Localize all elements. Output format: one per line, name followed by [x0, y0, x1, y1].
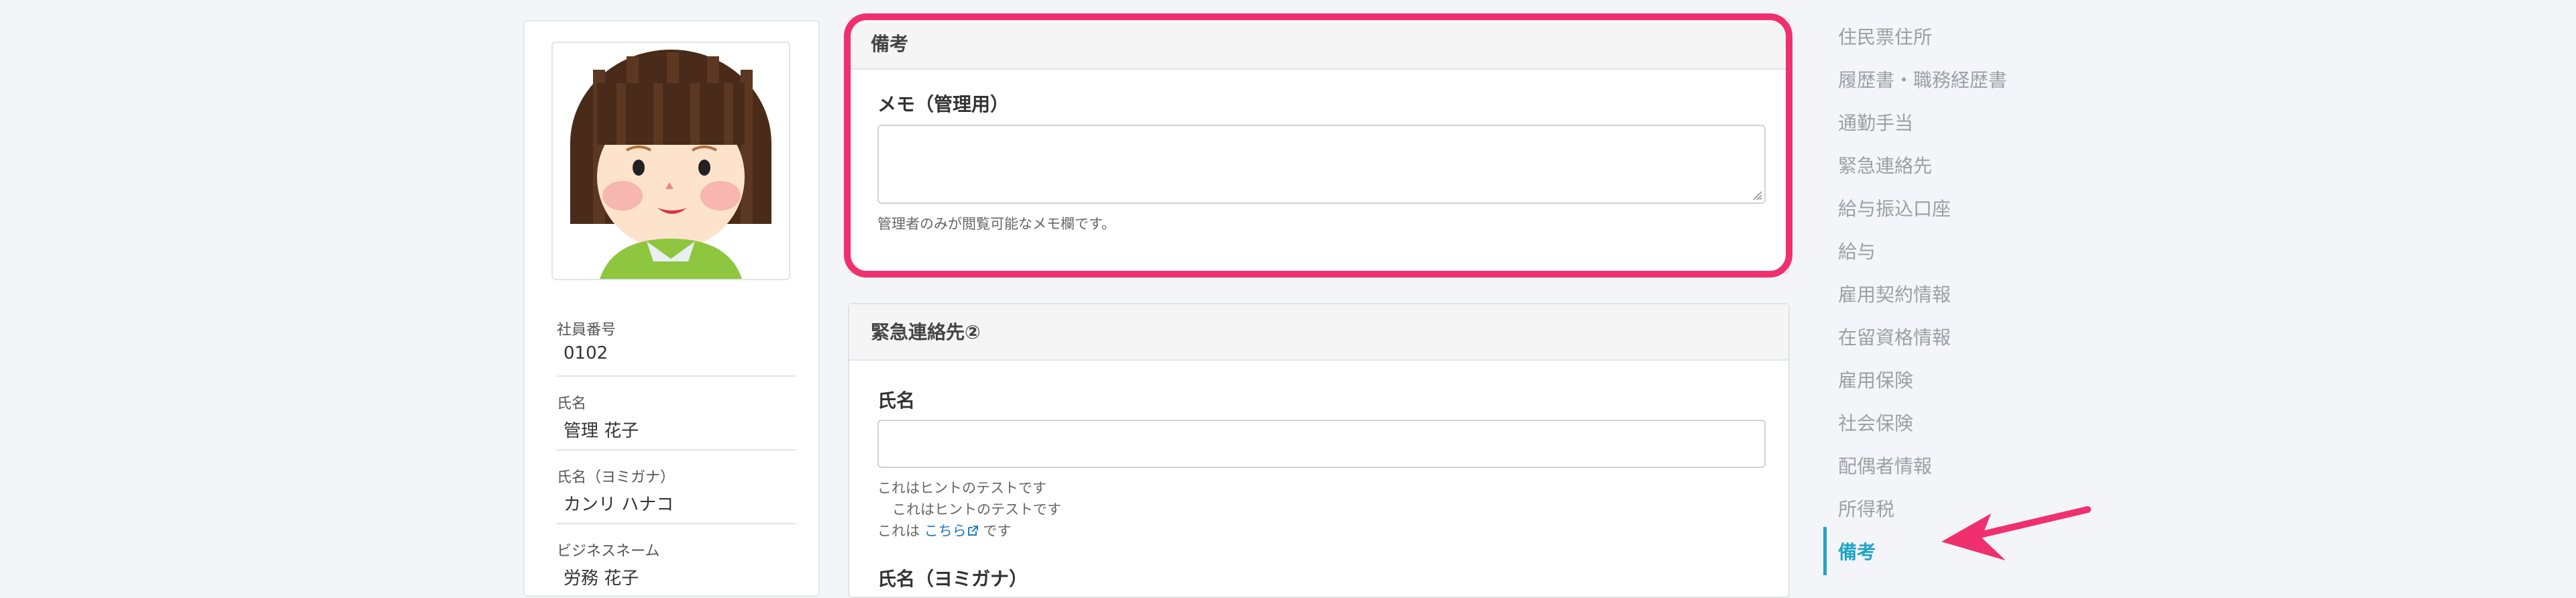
hint-link[interactable]: こちら — [924, 523, 967, 539]
name-label: 氏名 — [557, 396, 587, 412]
nav-item-social-insurance[interactable]: 社会保険 — [1838, 409, 1913, 436]
avatar-illustration — [570, 50, 771, 279]
memo-textarea[interactable] — [877, 125, 1766, 204]
memo-label: メモ（管理用） — [877, 93, 1010, 115]
business-name-value: 労務 花子 — [564, 569, 639, 589]
hint-text-indented: これはヒントのテストです — [892, 501, 1061, 518]
remarks-panel-title: 備考 — [849, 19, 1788, 70]
nav-item-employment-insurance[interactable]: 雇用保険 — [1838, 366, 1913, 393]
nav-item-commute-allowance[interactable]: 通勤手当 — [1838, 109, 1913, 135]
emergency-contact-panel: 緊急連絡先② 氏名 これはヒントのテストです これはヒントのテストです これは … — [848, 303, 1790, 598]
nav-item-employment-contract[interactable]: 雇用契約情報 — [1838, 280, 1951, 307]
divider — [557, 375, 796, 377]
emergency-contact-title: 緊急連絡先② — [849, 304, 1788, 361]
annotation-arrow-icon — [1941, 506, 2091, 560]
avatar — [551, 42, 790, 280]
emergency-name-input[interactable] — [877, 420, 1766, 468]
external-link-icon[interactable] — [967, 525, 979, 537]
profile-card: 社員番号 0102 氏名 管理 花子 氏名（ヨミガナ） カンリ ハナコ ビジネス… — [523, 20, 820, 597]
employee-number-value: 0102 — [564, 343, 608, 363]
employee-number-label: 社員番号 — [557, 322, 616, 339]
nav-active-indicator — [1823, 527, 1827, 575]
nav-item-emergency-contact[interactable]: 緊急連絡先 — [1838, 152, 1932, 178]
hint-suffix: です — [983, 523, 1012, 539]
nav-item-income-tax[interactable]: 所得税 — [1838, 495, 1894, 522]
name-reading-value: カンリ ハナコ — [564, 495, 674, 515]
hint-prefix: これは — [877, 523, 920, 539]
nav-item-residence-status[interactable]: 在留資格情報 — [1838, 323, 1951, 350]
divider — [557, 449, 796, 451]
nav-item-remarks[interactable]: 備考 — [1838, 538, 1876, 564]
hint-text-with-link: これは こちら です — [877, 520, 1011, 540]
memo-hint: 管理者のみが閲覧可能なメモ欄です。 — [877, 216, 1116, 232]
emergency-reading-label: 氏名（ヨミガナ） — [877, 568, 1028, 590]
divider — [557, 523, 796, 524]
nav-item-spouse-info[interactable]: 配偶者情報 — [1838, 452, 1932, 479]
hint-text: これはヒントのテストです — [877, 480, 1046, 496]
nav-item-residence-address[interactable]: 住民票住所 — [1838, 23, 1932, 50]
remarks-panel: 備考 メモ（管理用） 管理者のみが閲覧可能なメモ欄です。 — [848, 17, 1790, 274]
resize-handle-icon[interactable] — [1752, 190, 1763, 201]
nav-item-bank-account[interactable]: 給与振込口座 — [1838, 194, 1951, 221]
emergency-name-label: 氏名 — [877, 390, 916, 412]
business-name-label: ビジネスネーム — [557, 543, 660, 560]
nav-item-resume[interactable]: 履歴書・職務経歴書 — [1838, 66, 2007, 93]
name-reading-label: 氏名（ヨミガナ） — [557, 469, 676, 486]
name-value: 管理 花子 — [564, 421, 639, 441]
nav-item-salary[interactable]: 給与 — [1838, 237, 1876, 264]
